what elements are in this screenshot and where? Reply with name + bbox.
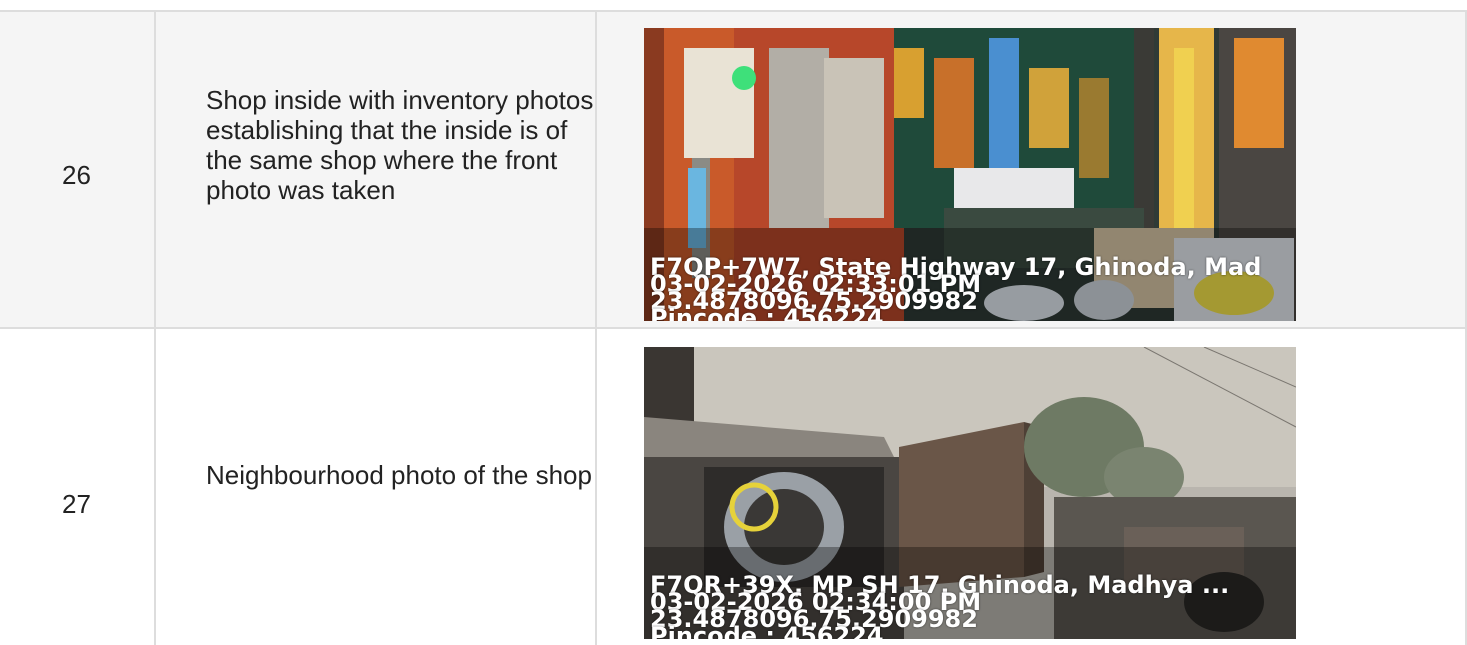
row-description-cell: Neighbourhood photo of the shop	[156, 329, 597, 645]
geo-stamp: F7QR+39X, MP SH 17, Ghinoda, Madhya ... …	[650, 573, 1229, 639]
shop-inside-photo[interactable]: F7QP+7W7, State Highway 17, Ghinoda, Mad…	[644, 28, 1296, 321]
neighbourhood-photo[interactable]: F7QR+39X, MP SH 17, Ghinoda, Madhya ... …	[644, 347, 1296, 639]
table-row: 27 Neighbourhood photo of the shop F7QR+…	[0, 329, 1467, 645]
row-number-cell: 27	[0, 329, 156, 645]
row-number: 27	[62, 489, 91, 519]
row-photo-cell: F7QR+39X, MP SH 17, Ghinoda, Madhya ... …	[597, 329, 1467, 645]
table-row: 26 Shop inside with inventory photos est…	[0, 10, 1467, 329]
row-photo-cell: F7QP+7W7, State Highway 17, Ghinoda, Mad…	[597, 12, 1467, 327]
row-description-cell: Shop inside with inventory photos establ…	[156, 12, 597, 327]
geo-stamp: F7QP+7W7, State Highway 17, Ghinoda, Mad…	[650, 255, 1261, 321]
row-number: 26	[62, 160, 91, 190]
evidence-table: 26 Shop inside with inventory photos est…	[0, 0, 1467, 645]
row-description: Shop inside with inventory photos establ…	[206, 85, 594, 205]
row-number-cell: 26	[0, 12, 156, 327]
row-description: Neighbourhood photo of the shop	[206, 460, 592, 490]
